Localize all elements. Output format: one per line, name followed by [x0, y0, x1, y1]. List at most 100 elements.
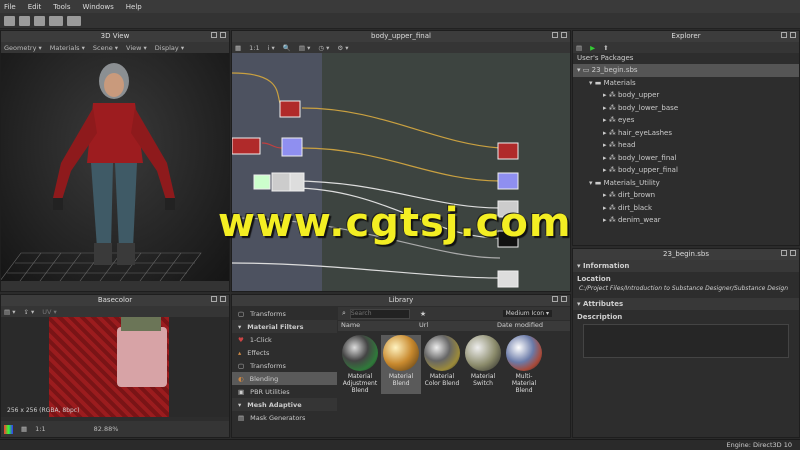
description-field[interactable] — [583, 324, 789, 358]
tree-item[interactable]: ▸ ⁂ dirt_brown — [573, 189, 799, 202]
close-icon[interactable] — [790, 32, 796, 38]
collapse-icon: ▾ — [238, 400, 242, 409]
texture-fragment — [117, 327, 167, 387]
information-section[interactable]: ▾ Information — [573, 260, 799, 272]
library-search-bar: ⌕ ★ Medium Icon ▾ — [338, 307, 570, 320]
open-file-icon[interactable] — [19, 15, 30, 26]
library-item[interactable]: Multi-Material Blend — [504, 335, 544, 394]
new-package-icon[interactable]: ▤ — [576, 44, 582, 52]
uv-menu[interactable]: UV ▾ — [42, 308, 57, 316]
menu-windows[interactable]: Windows — [83, 3, 114, 11]
library-category[interactable]: ▾ Mesh Adaptive — [232, 398, 337, 411]
column-name[interactable]: Name — [338, 321, 416, 331]
attributes-section[interactable]: ▾ Attributes — [573, 298, 799, 310]
tree-item[interactable]: ▾ ▬ Materials — [573, 77, 799, 90]
graph-toolbar: ▦ 1:1 ⅰ ▾ 🔍 ▤ ▾ ◷ ▾ ⚙ ▾ — [232, 42, 570, 53]
tree-item[interactable]: ▸ ⁂ hair_eyeLashes — [573, 127, 799, 140]
undo-icon[interactable] — [49, 15, 63, 26]
tree-item[interactable]: ▸ ⁂ body_upper — [573, 89, 799, 102]
menu-edit[interactable]: Edit — [28, 3, 42, 11]
tree-item[interactable]: ▸ ⁂ dirt_black — [573, 202, 799, 215]
tree-item[interactable]: ▸ ⁂ body_lower_final — [573, 152, 799, 165]
graph-icon: ▸ ⁂ — [603, 153, 616, 162]
column-date[interactable]: Date modified — [494, 321, 543, 331]
library-items: Material Adjustment Blend Material Blend… — [340, 335, 570, 394]
tree-item[interactable]: ▸ ⁂ body_upper_final — [573, 164, 799, 177]
save-icon[interactable] — [34, 15, 45, 26]
graph-connections — [232, 72, 519, 288]
view-size-select[interactable]: Medium Icon ▾ — [502, 310, 552, 317]
timer-icon[interactable]: ◷ ▾ — [318, 44, 329, 52]
tree-item[interactable]: ▾ ▬ Materials_Utility — [573, 177, 799, 190]
display-menu[interactable]: Display ▾ — [155, 44, 184, 52]
library-item[interactable]: Material Color Blend — [422, 335, 462, 394]
library-category[interactable]: ▣ PBR Utilities — [232, 385, 337, 398]
transforms-icon: ▢ — [238, 361, 245, 370]
ratio-button[interactable]: 1:1 — [35, 425, 45, 433]
library-panel: Library ▢ Transforms ▾ Material Filters ♥ 1… — [231, 294, 571, 438]
float-icon[interactable] — [552, 296, 558, 302]
library-category[interactable]: ▢ Transforms — [232, 359, 337, 372]
float-icon[interactable] — [781, 250, 787, 256]
float-icon[interactable] — [211, 296, 217, 302]
menu-file[interactable]: File — [4, 3, 16, 11]
channel-icon[interactable]: ▤ ▾ — [4, 308, 15, 316]
library-category[interactable]: ▤ Mask Generators — [232, 411, 337, 424]
library-search-input[interactable] — [349, 308, 410, 319]
library-category[interactable]: ▴ Effects — [232, 346, 337, 359]
tree-item[interactable]: ▸ ⁂ head — [573, 139, 799, 152]
close-icon[interactable] — [561, 296, 567, 302]
play-icon[interactable]: ▶ — [590, 44, 595, 52]
users-packages-label: User's Packages — [577, 54, 634, 62]
ratio-button[interactable]: 1:1 — [249, 44, 259, 52]
close-icon[interactable] — [561, 32, 567, 38]
color-picker-icon[interactable] — [4, 424, 13, 434]
panel-title: Explorer — [573, 31, 799, 42]
frame-icon[interactable]: ▤ ▾ — [299, 44, 310, 52]
material-ball-icon — [424, 335, 460, 371]
fit-icon[interactable]: ▦ — [235, 44, 241, 52]
graph-icon: ▸ ⁂ — [603, 216, 616, 225]
expand-icon[interactable]: ▾ — [577, 66, 581, 74]
settings-icon[interactable]: ⚙ ▾ — [337, 44, 348, 52]
favorite-icon[interactable]: ★ — [420, 310, 426, 318]
new-file-icon[interactable] — [4, 15, 15, 26]
library-item[interactable]: Material Adjustment Blend — [340, 335, 380, 394]
one-click-icon: ♥ — [238, 335, 244, 344]
info-icon[interactable]: ⅰ ▾ — [268, 44, 275, 52]
library-category[interactable]: ◐ Blending — [232, 372, 337, 385]
library-category[interactable]: ▢ Transforms — [232, 307, 337, 320]
library-category[interactable]: ▾ Material Filters — [232, 320, 337, 333]
3d-viewport[interactable] — [0, 53, 229, 294]
basecolor-viewport[interactable]: 256 x 256 (RGBA, 8bpc) — [1, 317, 229, 417]
library-item[interactable]: Material Switch — [463, 335, 503, 394]
column-url[interactable]: Url — [416, 321, 494, 331]
menu-tools[interactable]: Tools — [53, 3, 70, 11]
redo-icon[interactable] — [67, 15, 81, 26]
tree-item[interactable]: ▸ ⁂ body_lower_base — [573, 102, 799, 115]
float-icon[interactable] — [211, 32, 217, 38]
export-icon[interactable]: ⇪ ▾ — [23, 308, 34, 316]
library-item[interactable]: Material Blend — [381, 335, 421, 394]
search-icon[interactable]: 🔍 — [283, 44, 291, 52]
tree-item[interactable]: ▸ ⁂ denim_wear — [573, 214, 799, 227]
collapse-icon: ▾ — [238, 322, 242, 331]
library-category[interactable]: ♥ 1-Click — [232, 333, 337, 346]
close-icon[interactable] — [220, 32, 226, 38]
close-icon[interactable] — [220, 296, 226, 302]
float-icon[interactable] — [781, 32, 787, 38]
materials-menu[interactable]: Materials ▾ — [50, 44, 85, 52]
float-icon[interactable] — [552, 32, 558, 38]
grid-icon[interactable]: ▦ — [21, 425, 27, 433]
3d-view-bottom-bar — [1, 281, 229, 291]
graph-canvas[interactable] — [232, 53, 570, 291]
material-ball-icon — [465, 335, 501, 371]
close-icon[interactable] — [790, 250, 796, 256]
view-menu[interactable]: View ▾ — [126, 44, 147, 52]
geometry-menu[interactable]: Geometry ▾ — [4, 44, 42, 52]
scene-menu[interactable]: Scene ▾ — [93, 44, 118, 52]
package-row[interactable]: ▾ ▭ 23_begin.sbs — [573, 64, 799, 77]
tree-item[interactable]: ▸ ⁂ eyes — [573, 114, 799, 127]
publish-icon[interactable]: ⬆ — [603, 44, 608, 52]
menu-help[interactable]: Help — [126, 3, 142, 11]
